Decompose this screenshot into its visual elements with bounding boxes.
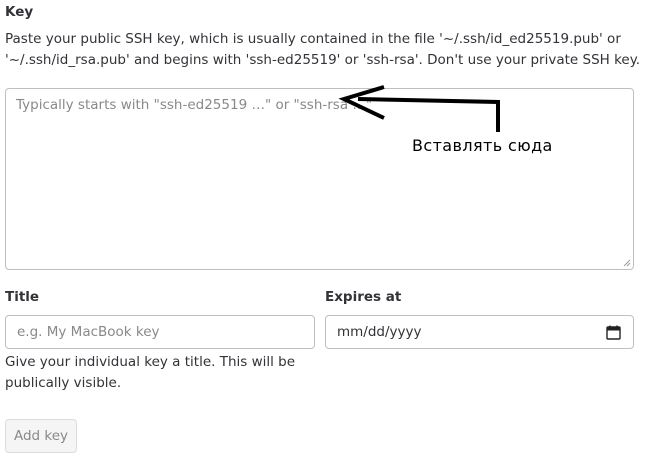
title-help-line-2: publically visible. — [5, 375, 122, 391]
annotation-arrow-icon — [338, 85, 500, 132]
expires-date-input[interactable]: mm/dd/yyyy — [325, 315, 634, 349]
key-help-line-1: Paste your public SSH key, which is usua… — [5, 31, 621, 47]
title-help-line-1: Give your individual key a title. This w… — [5, 354, 296, 370]
key-textarea-placeholder: Typically starts with "ssh-ed25519 …" or… — [16, 97, 373, 113]
expires-label: Expires at — [325, 289, 402, 305]
expires-date-value: mm/dd/yyyy — [337, 324, 422, 340]
ssh-key-form: Key Paste your public SSH key, which is … — [0, 0, 651, 468]
title-label: Title — [5, 289, 40, 305]
key-help-line-2: '~/.ssh/id_rsa.pub' and begins with 'ssh… — [5, 52, 641, 68]
calendar-icon[interactable] — [606, 325, 621, 340]
title-input-placeholder: e.g. My MacBook key — [17, 324, 160, 340]
key-label: Key — [5, 4, 34, 20]
title-input[interactable]: e.g. My MacBook key — [5, 315, 315, 349]
key-textarea[interactable]: Typically starts with "ssh-ed25519 …" or… — [5, 88, 634, 270]
resize-handle-icon[interactable] — [623, 259, 631, 267]
annotation-text: Вставлять сюда — [412, 136, 553, 155]
add-key-button[interactable]: Add key — [5, 419, 77, 453]
